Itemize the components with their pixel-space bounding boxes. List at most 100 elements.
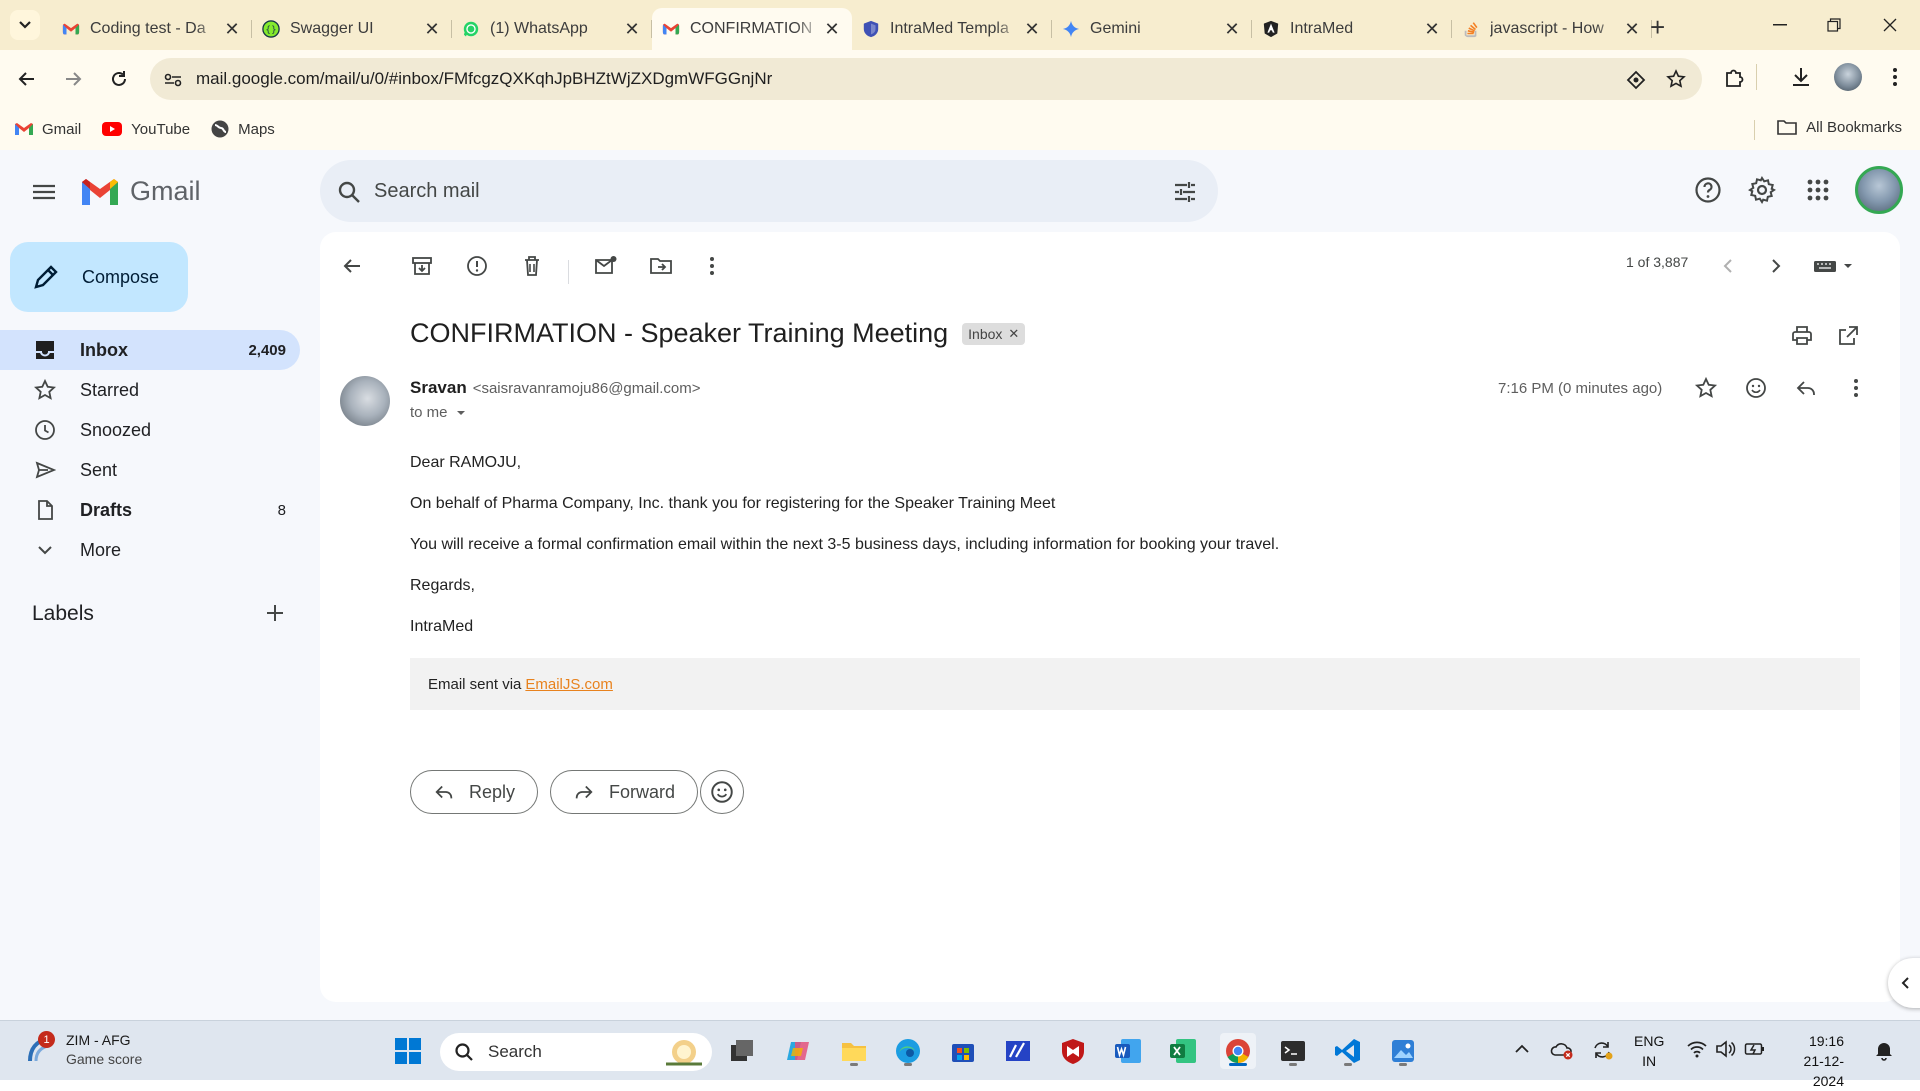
close-tab-icon[interactable]: ✕ bbox=[822, 19, 842, 39]
new-tab-button[interactable]: + bbox=[1650, 12, 1665, 43]
close-tab-icon[interactable]: ✕ bbox=[422, 19, 442, 39]
archive-button[interactable] bbox=[410, 254, 434, 278]
mark-unread-button[interactable] bbox=[594, 254, 618, 278]
recipient-details[interactable]: to me bbox=[410, 404, 468, 421]
settings-button[interactable] bbox=[1748, 176, 1776, 204]
tray-wifi[interactable] bbox=[1686, 1039, 1708, 1059]
sidebar-item-snoozed[interactable]: Snoozed bbox=[0, 410, 300, 450]
tab-swagger-ui[interactable]: {} Swagger UI ✕ bbox=[252, 8, 452, 50]
compose-button[interactable]: Compose bbox=[10, 242, 188, 312]
taskbar-copilot[interactable] bbox=[780, 1033, 816, 1069]
report-spam-button[interactable] bbox=[465, 254, 489, 278]
emoji-react-button[interactable] bbox=[700, 770, 744, 814]
bookmark-gmail[interactable]: Gmail bbox=[14, 121, 81, 138]
add-reaction-button[interactable] bbox=[1744, 376, 1768, 400]
sidebar-item-starred[interactable]: Starred bbox=[0, 370, 300, 410]
browser-menu-button[interactable] bbox=[1882, 64, 1908, 90]
bookmark-star-icon[interactable] bbox=[1666, 69, 1686, 89]
main-menu-button[interactable] bbox=[30, 180, 58, 204]
address-bar[interactable]: mail.google.com/mail/u/0/#inbox/FMfcgzQX… bbox=[150, 58, 1702, 100]
taskbar-chrome[interactable] bbox=[1220, 1033, 1256, 1069]
tray-sync[interactable] bbox=[1590, 1039, 1614, 1061]
taskbar-excel[interactable] bbox=[1165, 1033, 1201, 1069]
taskbar-task-view[interactable] bbox=[724, 1033, 760, 1069]
tray-battery[interactable] bbox=[1744, 1039, 1766, 1059]
close-tab-icon[interactable]: ✕ bbox=[1422, 19, 1442, 39]
message-more-button[interactable] bbox=[1844, 376, 1868, 400]
tab-confirmation[interactable]: CONFIRMATION ✕ bbox=[652, 8, 852, 50]
restore-button[interactable] bbox=[1806, 0, 1862, 50]
close-tab-icon[interactable]: ✕ bbox=[222, 19, 242, 39]
taskbar-vscode[interactable] bbox=[1330, 1033, 1366, 1069]
all-bookmarks-button[interactable]: All Bookmarks bbox=[1754, 118, 1902, 140]
input-language[interactable]: ENG IN bbox=[1634, 1031, 1664, 1071]
minimize-button[interactable] bbox=[1752, 0, 1808, 50]
account-avatar[interactable] bbox=[1855, 166, 1903, 214]
taskbar-search[interactable]: Search bbox=[440, 1033, 712, 1071]
forward-button[interactable]: Forward bbox=[550, 770, 699, 814]
close-window-button[interactable] bbox=[1862, 0, 1918, 50]
tab-coding-test[interactable]: Coding test - Da ✕ bbox=[52, 8, 252, 50]
print-button[interactable] bbox=[1790, 324, 1814, 348]
emailjs-link[interactable]: EmailJS.com bbox=[525, 676, 613, 693]
move-to-button[interactable] bbox=[649, 254, 673, 278]
back-to-inbox-button[interactable] bbox=[340, 254, 364, 278]
close-tab-icon[interactable]: ✕ bbox=[622, 19, 642, 39]
show-hidden-icons[interactable] bbox=[1512, 1039, 1532, 1059]
reply-icon-button[interactable] bbox=[1794, 376, 1818, 400]
start-button[interactable] bbox=[390, 1033, 426, 1069]
taskbar-word[interactable] bbox=[1110, 1033, 1146, 1069]
input-tools-button[interactable] bbox=[1812, 254, 1856, 278]
more-actions-button[interactable] bbox=[700, 254, 724, 278]
extensions-button[interactable] bbox=[1722, 64, 1748, 90]
reply-button[interactable]: Reply bbox=[410, 770, 539, 814]
star-button[interactable] bbox=[1694, 376, 1718, 400]
sidebar-item-drafts[interactable]: Drafts 8 bbox=[0, 490, 300, 530]
search-bar[interactable]: Search mail bbox=[320, 160, 1218, 222]
bookmark-maps[interactable]: Maps bbox=[210, 119, 275, 139]
lens-icon[interactable] bbox=[1626, 70, 1646, 90]
tab-whatsapp[interactable]: (1) WhatsApp ✕ bbox=[452, 8, 652, 50]
sidebar-item-more[interactable]: More bbox=[0, 530, 300, 570]
taskbar-photos[interactable] bbox=[1385, 1033, 1421, 1069]
tab-intramed[interactable]: IntraMed ✕ bbox=[1252, 8, 1452, 50]
taskbar-terminal[interactable] bbox=[1275, 1033, 1311, 1069]
close-tab-icon[interactable]: ✕ bbox=[1622, 19, 1642, 39]
taskbar-file-explorer[interactable] bbox=[836, 1033, 872, 1069]
newer-button[interactable] bbox=[1716, 254, 1740, 278]
sender-name[interactable]: Sravan bbox=[410, 378, 467, 398]
search-input[interactable]: Search mail bbox=[374, 180, 480, 203]
tray-volume[interactable] bbox=[1714, 1039, 1736, 1059]
support-button[interactable] bbox=[1694, 176, 1722, 204]
google-apps-button[interactable] bbox=[1804, 176, 1832, 204]
forward-button[interactable] bbox=[58, 64, 88, 94]
close-tab-icon[interactable]: ✕ bbox=[1022, 19, 1042, 39]
tab-gemini[interactable]: Gemini ✕ bbox=[1052, 8, 1252, 50]
profile-avatar[interactable] bbox=[1834, 63, 1862, 91]
news-widget[interactable]: 1 ZIM - AFG Game score bbox=[24, 1031, 142, 1069]
taskbar-app-drawing[interactable] bbox=[1000, 1033, 1036, 1069]
sidebar-item-sent[interactable]: Sent bbox=[0, 450, 300, 490]
tab-search-button[interactable] bbox=[10, 10, 40, 40]
downloads-button[interactable] bbox=[1788, 64, 1814, 90]
sender-avatar[interactable] bbox=[340, 376, 390, 426]
taskbar-store[interactable] bbox=[945, 1033, 981, 1069]
open-new-window-button[interactable] bbox=[1836, 324, 1860, 348]
notifications-button[interactable] bbox=[1874, 1039, 1894, 1061]
delete-button[interactable] bbox=[520, 254, 544, 278]
taskbar-mcafee[interactable] bbox=[1055, 1033, 1091, 1069]
tab-javascript-how[interactable]: javascript - How ✕ bbox=[1452, 8, 1652, 50]
back-button[interactable] bbox=[12, 64, 42, 94]
sidebar-item-inbox[interactable]: Inbox 2,409 bbox=[0, 330, 300, 370]
taskbar-edge[interactable] bbox=[890, 1033, 926, 1069]
remove-label-icon[interactable]: ✕ bbox=[1008, 326, 1019, 342]
close-tab-icon[interactable]: ✕ bbox=[1222, 19, 1242, 39]
gmail-logo[interactable]: Gmail bbox=[80, 176, 201, 207]
tray-onedrive[interactable] bbox=[1550, 1039, 1574, 1061]
filter-options-icon[interactable] bbox=[1172, 179, 1198, 205]
create-label-button[interactable] bbox=[264, 602, 286, 624]
bookmark-youtube[interactable]: YouTube bbox=[101, 121, 190, 138]
system-clock[interactable]: 19:16 21-12-2024 bbox=[1784, 1031, 1844, 1091]
tab-intramed-template[interactable]: IntraMed Templa ✕ bbox=[852, 8, 1052, 50]
older-button[interactable] bbox=[1764, 254, 1788, 278]
